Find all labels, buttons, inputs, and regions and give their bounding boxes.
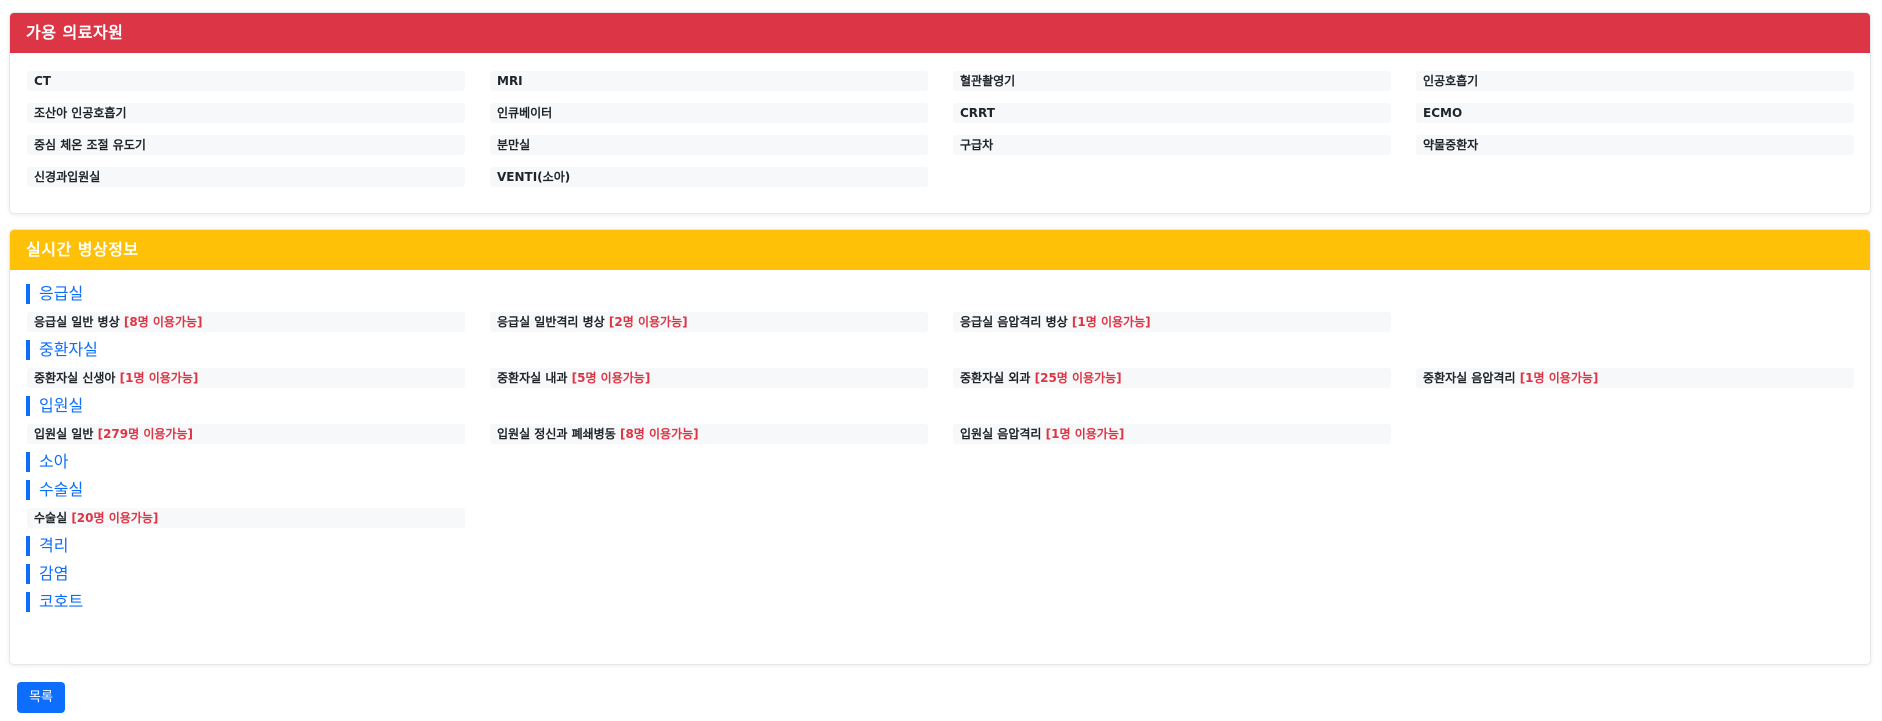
bed-item-label: 응급실 일반격리 병상: [497, 315, 605, 329]
equipment-card: 가용 의료자원 CT MRI 혈관촬영기 인공호흡기 조산아 인공호흡기 인큐베…: [9, 12, 1871, 214]
bed-item-availability: [2명 이용가능]: [608, 315, 688, 329]
bed-item-label: 중환자실 내과: [497, 371, 568, 385]
equipment-item: 인큐베이터: [490, 103, 928, 123]
bed-item-label: 응급실 음압격리 병상: [960, 315, 1068, 329]
bed-item-label: 입원실 정신과 폐쇄병동: [497, 427, 616, 441]
equipment-item: VENTI(소아): [490, 167, 928, 187]
equipment-item: 중심 체온 조절 유도기: [27, 135, 465, 155]
equipment-item: 혈관촬영기: [953, 71, 1391, 91]
section-title-cohort: 코호트: [26, 592, 1870, 612]
section-title-operating: 수술실: [26, 480, 1870, 500]
list-button[interactable]: 목록: [17, 682, 65, 713]
beds-card: 실시간 병상정보 응급실 응급실 일반 병상 [8명 이용가능] 응급실 일반격…: [9, 229, 1871, 665]
equipment-item: 조산아 인공호흡기: [27, 103, 465, 123]
section-operating-grid: 수술실 [20명 이용가능]: [10, 508, 1870, 528]
section-title-icu: 중환자실: [26, 340, 1870, 360]
bed-item-availability: [5명 이용가능]: [571, 371, 651, 385]
bed-item-availability: [1명 이용가능]: [1045, 427, 1125, 441]
equipment-item: CT: [27, 71, 465, 91]
equipment-grid: CT MRI 혈관촬영기 인공호흡기 조산아 인공호흡기 인큐베이터 CRRT …: [10, 53, 1870, 187]
section-title-emergency: 응급실: [26, 284, 1870, 304]
bed-item: 중환자실 신생아 [1명 이용가능]: [27, 368, 465, 388]
bed-item-label: 입원실 음압격리: [960, 427, 1042, 441]
equipment-item: 분만실: [490, 135, 928, 155]
section-title-infection: 감염: [26, 564, 1870, 584]
bed-item: 입원실 음압격리 [1명 이용가능]: [953, 424, 1391, 444]
bed-item-availability: [279명 이용가능]: [97, 427, 193, 441]
bed-item-availability: [8명 이용가능]: [619, 427, 699, 441]
bed-item-availability: [1명 이용가능]: [1071, 315, 1151, 329]
bed-item: 수술실 [20명 이용가능]: [27, 508, 465, 528]
equipment-item: 신경과입원실: [27, 167, 465, 187]
section-ward-grid: 입원실 일반 [279명 이용가능] 입원실 정신과 폐쇄병동 [8명 이용가능…: [10, 424, 1870, 444]
bed-item-availability: [8명 이용가능]: [123, 315, 203, 329]
equipment-item: ECMO: [1416, 103, 1854, 123]
beds-card-header: 실시간 병상정보: [10, 230, 1870, 270]
bed-item-label: 입원실 일반: [34, 427, 94, 441]
bed-item-label: 중환자실 신생아: [34, 371, 116, 385]
equipment-item: MRI: [490, 71, 928, 91]
section-title-isolation: 격리: [26, 536, 1870, 556]
equipment-item: 구급차: [953, 135, 1391, 155]
bed-item-availability: [25명 이용가능]: [1034, 371, 1122, 385]
equipment-item: CRRT: [953, 103, 1391, 123]
bed-item-availability: [1명 이용가능]: [119, 371, 199, 385]
bed-item: 응급실 일반 병상 [8명 이용가능]: [27, 312, 465, 332]
section-title-pediatric: 소아: [26, 452, 1870, 472]
equipment-item: 인공호흡기: [1416, 71, 1854, 91]
section-title-ward: 입원실: [26, 396, 1870, 416]
bed-item-label: 중환자실 음압격리: [1423, 371, 1516, 385]
bed-item-label: 응급실 일반 병상: [34, 315, 120, 329]
bed-item: 중환자실 음압격리 [1명 이용가능]: [1416, 368, 1854, 388]
bed-item: 응급실 일반격리 병상 [2명 이용가능]: [490, 312, 928, 332]
equipment-item: 약물중환자: [1416, 135, 1854, 155]
bed-item: 입원실 일반 [279명 이용가능]: [27, 424, 465, 444]
section-icu-grid: 중환자실 신생아 [1명 이용가능] 중환자실 내과 [5명 이용가능] 중환자…: [10, 368, 1870, 388]
bed-item: 중환자실 내과 [5명 이용가능]: [490, 368, 928, 388]
bed-item-label: 수술실: [34, 511, 68, 525]
beds-body: 응급실 응급실 일반 병상 [8명 이용가능] 응급실 일반격리 병상 [2명 …: [10, 270, 1870, 612]
bed-item-availability: [20명 이용가능]: [71, 511, 159, 525]
bed-item: 중환자실 외과 [25명 이용가능]: [953, 368, 1391, 388]
bed-item-label: 중환자실 외과: [960, 371, 1031, 385]
equipment-card-header: 가용 의료자원: [10, 13, 1870, 53]
section-emergency-grid: 응급실 일반 병상 [8명 이용가능] 응급실 일반격리 병상 [2명 이용가능…: [10, 312, 1870, 332]
bed-item-availability: [1명 이용가능]: [1519, 371, 1599, 385]
bed-item: 응급실 음압격리 병상 [1명 이용가능]: [953, 312, 1391, 332]
bed-item: 입원실 정신과 폐쇄병동 [8명 이용가능]: [490, 424, 928, 444]
